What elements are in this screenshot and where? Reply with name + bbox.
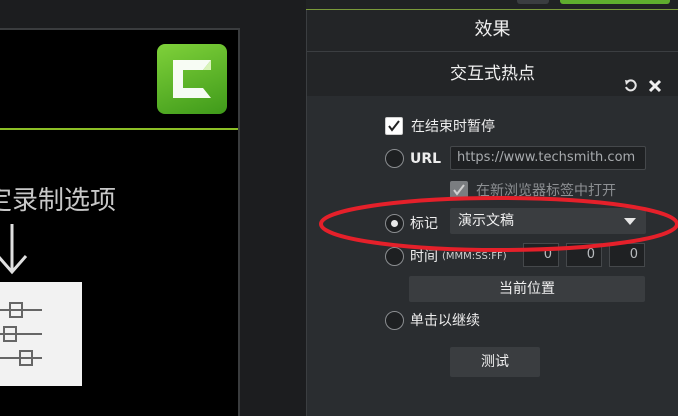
click-continue-option[interactable]: 单击以继续	[385, 310, 480, 330]
current-position-button[interactable]: 当前位置	[409, 276, 645, 302]
time-minutes-input[interactable]: 0	[523, 243, 559, 267]
video-preview[interactable]: 定录制选项	[0, 28, 240, 416]
click-continue-radio[interactable]	[385, 310, 404, 330]
panel-title: 效果	[307, 10, 678, 52]
time-format-label: (MMM:SS:FF)	[442, 250, 507, 262]
checkmark-icon	[453, 184, 465, 196]
record-options-text: 定录制选项	[0, 186, 117, 216]
time-seconds-input[interactable]: 0	[566, 243, 602, 267]
settings-sliders-graphic	[0, 282, 82, 386]
url-label: URL	[410, 150, 442, 167]
chevron-down-icon	[624, 218, 636, 225]
marker-dropdown[interactable]: 演示文稿	[450, 208, 646, 234]
click-continue-label: 单击以继续	[410, 313, 480, 329]
url-option[interactable]: URL	[385, 149, 441, 168]
marker-option[interactable]: 标记	[385, 213, 438, 233]
interactive-hotspot-header: 交互式热点	[307, 52, 678, 96]
checkmark-icon	[388, 120, 400, 132]
pause-at-end-checkbox[interactable]	[385, 117, 403, 135]
timeline-marker-line	[0, 128, 238, 130]
section-title: 交互式热点	[450, 64, 535, 84]
marker-radio[interactable]	[385, 213, 404, 233]
pause-at-end-option[interactable]: 在结束时暂停	[385, 116, 495, 136]
time-option[interactable]: 时间 (MMM:SS:FF)	[385, 246, 507, 266]
share-button[interactable]	[560, 0, 670, 4]
open-new-tab-option[interactable]: 在新浏览器标签中打开	[450, 180, 616, 200]
reset-icon[interactable]	[624, 66, 638, 110]
properties-panel: 效果 交互式热点 在结束时暂停 URL https://www.techsmit…	[306, 10, 678, 416]
open-new-tab-checkbox[interactable]	[450, 181, 468, 199]
url-input[interactable]: https://www.techsmith.com	[450, 146, 646, 170]
time-frames-input[interactable]: 0	[609, 243, 645, 267]
close-icon[interactable]	[648, 66, 662, 110]
time-radio[interactable]	[385, 246, 404, 266]
toolbar-button[interactable]	[517, 0, 549, 4]
url-radio[interactable]	[385, 149, 404, 168]
canvas-area: 定录制选项	[0, 0, 306, 416]
camtasia-logo-icon	[157, 44, 227, 114]
marker-label: 标记	[410, 216, 438, 232]
open-new-tab-label: 在新浏览器标签中打开	[476, 183, 616, 199]
marker-dropdown-value: 演示文稿	[458, 213, 514, 229]
arrow-down-icon	[0, 220, 32, 280]
time-label: 时间	[410, 249, 438, 265]
pause-at-end-label: 在结束时暂停	[411, 119, 495, 135]
test-button[interactable]: 测试	[450, 347, 540, 377]
